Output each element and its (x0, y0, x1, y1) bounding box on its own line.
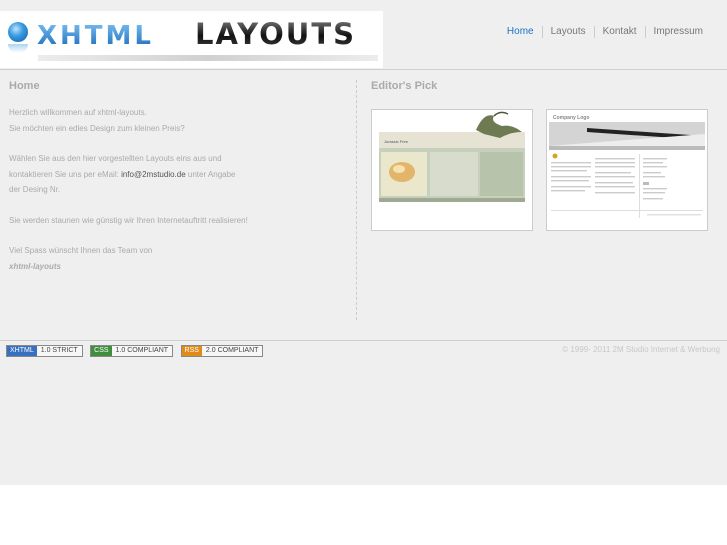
layout-thumbnail-1[interactable]: Jurassic Free (371, 109, 533, 231)
xhtml-badge[interactable]: XHTML 1.0 STRICT (6, 345, 83, 357)
site-logo[interactable]: XHTML LAYOUTS (0, 11, 383, 68)
greeting-paragraph: Viel Spass wünscht Ihnen das Team von xh… (9, 243, 349, 274)
contact-line-1: Wählen Sie aus den hier vorgestellten La… (9, 154, 222, 163)
editors-pick-title: Editor's Pick (371, 80, 438, 92)
rss-badge-key: RSS (181, 346, 202, 356)
welcome-line-2: Sie möchten ein edles Design zum kleinen… (9, 123, 185, 133)
header: XHTML LAYOUTS Home Layouts Kontakt Impressu… (0, 0, 727, 70)
nav-home[interactable]: Home (499, 26, 542, 38)
rss-badge[interactable]: RSS 2.0 COMPLIANT (180, 345, 264, 357)
greeting-line: Viel Spass wünscht Ihnen das Team von (9, 246, 153, 255)
column-divider (356, 80, 357, 320)
contact-line-3: der Desing Nr. (9, 185, 61, 194)
price-line: Sie werden staunen wie günstig wir Ihren… (9, 215, 248, 225)
nav-kontakt[interactable]: Kontakt (593, 26, 645, 38)
xhtml-badge-key: XHTML (7, 346, 37, 356)
logo-orb-icon (8, 22, 28, 42)
layout-preview-2: Company Logo (547, 110, 707, 230)
logo-word-xhtml: XHTML (37, 21, 154, 51)
contact-line-2-post: unter Angabe (185, 169, 236, 179)
footer-divider (0, 340, 727, 341)
nav-impressum[interactable]: Impressum (644, 26, 711, 38)
top-navigation: Home Layouts Kontakt Impressum (499, 26, 711, 38)
layout-preview-2-title: Company Logo (553, 115, 589, 121)
copyright-text: © 1999- 2011 2M Studio Internet & Werbun… (562, 345, 720, 354)
logo-orb-reflection (8, 44, 28, 53)
validation-badges: XHTML 1.0 STRICT CSS 1.0 COMPLIANT RSS 2.0 … (6, 345, 266, 363)
price-paragraph: Sie werden staunen wie günstig wir Ihren… (9, 213, 349, 229)
layout-preview-1-title: Jurassic Free (384, 139, 409, 144)
logo-word-layouts: LAYOUTS (195, 17, 356, 51)
rss-badge-value: 2.0 COMPLIANT (201, 346, 263, 356)
css-badge[interactable]: CSS 1.0 COMPLIANT (90, 345, 174, 357)
signature: xhtml-layouts (9, 261, 62, 271)
layout-preview-1: Jurassic Free (372, 110, 532, 230)
main-content: Home Herzlich willkommen auf xhtml-layou… (9, 80, 349, 289)
main-title: Home (9, 80, 40, 92)
welcome-paragraph: Herzlich willkommen auf xhtml-layouts. S… (9, 105, 349, 136)
css-badge-key: CSS (91, 346, 112, 356)
logo-reflection (38, 55, 378, 61)
contact-line-2: kontaktieren Sie uns per eMail: info@2ms… (9, 167, 349, 183)
nav-layouts[interactable]: Layouts (541, 26, 594, 38)
css-badge-value: 1.0 COMPLIANT (111, 346, 173, 356)
contact-paragraph: Wählen Sie aus den hier vorgestellten La… (9, 151, 349, 198)
layout-thumbnail-2[interactable]: Company Logo (546, 109, 708, 231)
welcome-line-1: Herzlich willkommen auf xhtml-layouts. (9, 108, 147, 117)
xhtml-badge-value: 1.0 STRICT (36, 346, 82, 356)
email-link[interactable]: info@2mstudio.de (121, 170, 186, 179)
contact-line-2-pre: kontaktieren Sie uns per eMail: (9, 169, 122, 179)
page-background: XHTML LAYOUTS Home Layouts Kontakt Impressu… (0, 0, 727, 485)
editors-pick-section: Editor's Pick Jurassic Free Company Logo (371, 80, 716, 231)
